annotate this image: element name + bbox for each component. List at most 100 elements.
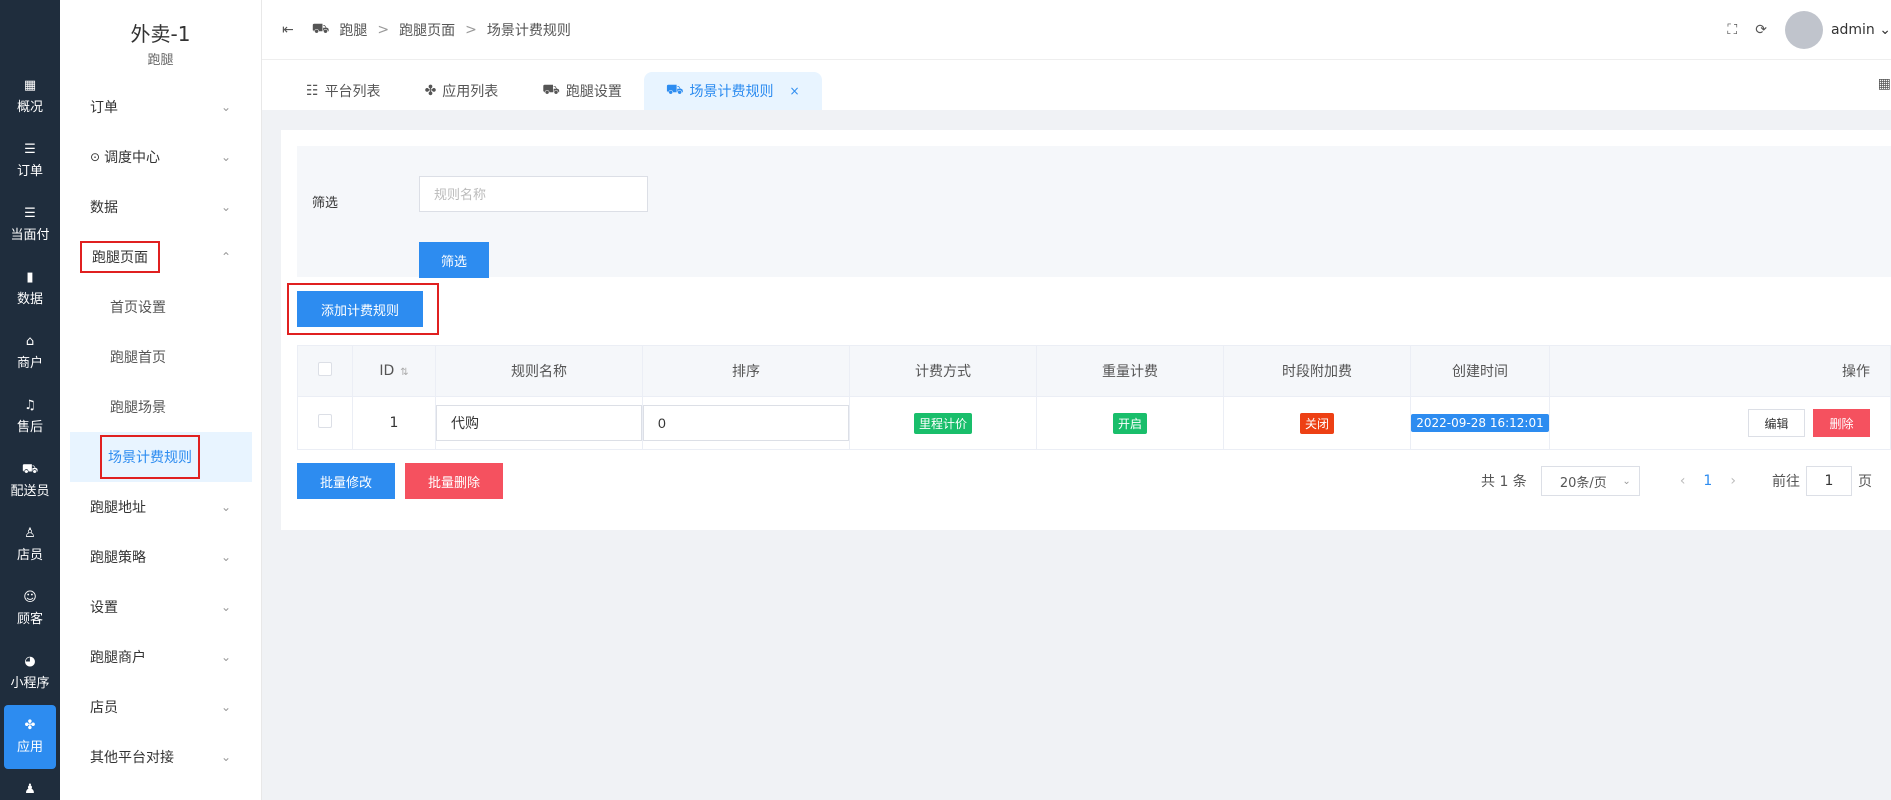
brand-subtitle: 跑腿: [147, 53, 174, 68]
sidebar-item-errand-strategy[interactable]: 跑腿策略 ⌄: [60, 532, 261, 582]
period-surcharge-badge[interactable]: 关闭: [1299, 412, 1334, 434]
chevron-down-icon: ⌄: [220, 700, 231, 714]
grid-icon[interactable]: ▦: [1878, 76, 1891, 92]
next-page-icon[interactable]: ›: [1730, 473, 1736, 489]
sort-order-field[interactable]: [643, 405, 849, 441]
breadcrumb-item[interactable]: 跑腿页面: [399, 20, 455, 40]
users-icon: ♙: [24, 526, 36, 541]
rule-name-input[interactable]: [419, 176, 648, 212]
table-header-row: ID ⇅ 规则名称 排序 计费方式 重量计费 时段附加费 创建时间 操作: [297, 345, 1891, 397]
user-name[interactable]: admin ⌄: [1831, 22, 1891, 38]
rail-item-face-pay[interactable]: ☰ 当面付: [0, 193, 60, 257]
chevron-down-icon: ⌄: [220, 550, 231, 564]
sidebar-item-label: 店员: [90, 700, 118, 716]
rail-label: 店员: [16, 548, 43, 563]
page-size-select[interactable]: 20条/页 ⌄: [1540, 466, 1640, 496]
sidebar-item-home-settings[interactable]: 首页设置: [60, 282, 261, 332]
main-content: 筛选 筛选 添加计费规则 ID ⇅ 规则名称 排序 计费方式 重量计费 时段附加费…: [281, 130, 1891, 530]
sidebar-item-errand-scenes[interactable]: 跑腿场景: [60, 382, 261, 432]
menu-fold-icon[interactable]: ⇤: [282, 22, 294, 38]
rail-item-merchant[interactable]: ⌂ 商户: [0, 321, 60, 385]
tab-scene-billing-rules[interactable]: ⛟ 场景计费规则 ×: [643, 72, 822, 110]
bulk-edit-button[interactable]: 批量修改: [297, 463, 395, 499]
filter-button[interactable]: 筛选: [419, 242, 489, 278]
sidebar-item-orders[interactable]: 订单 ⌄: [60, 82, 261, 132]
breadcrumb-separator: >: [377, 21, 390, 38]
breadcrumb-item[interactable]: 跑腿: [339, 20, 367, 40]
sidebar-item-errand-merchants[interactable]: 跑腿商户 ⌄: [60, 632, 261, 682]
cell-period: 关闭: [1223, 396, 1411, 450]
rail-item-courier[interactable]: ⛟ 配送员: [0, 449, 60, 513]
sidebar-item-data[interactable]: 数据 ⌄: [60, 182, 261, 232]
sidebar-item-errand-pages[interactable]: 跑腿页面 ⌃: [60, 232, 261, 282]
page-jump-input[interactable]: 1: [1805, 466, 1852, 496]
sidebar-item-settings[interactable]: 设置 ⌄: [60, 582, 261, 632]
sidebar-item-label: 首页设置: [110, 300, 166, 316]
sidebar-item-other-platforms[interactable]: 其他平台对接 ⌄: [60, 732, 261, 782]
page-suffix: 页: [1857, 474, 1872, 490]
delete-button[interactable]: 删除: [1813, 409, 1870, 437]
prev-page-icon[interactable]: ‹: [1680, 473, 1686, 489]
refresh-icon[interactable]: ⟳: [1755, 22, 1767, 38]
rail-item-mini-program[interactable]: ◕ 小程序: [0, 641, 60, 705]
close-icon[interactable]: ×: [790, 84, 800, 98]
apps-icon: ✤: [24, 718, 36, 733]
bulk-delete-button[interactable]: 批量删除: [405, 463, 503, 499]
column-header-billing: 计费方式: [849, 345, 1037, 397]
row-checkbox[interactable]: [318, 414, 332, 428]
cell-name: [435, 396, 643, 450]
page-size-value: 20条/页: [1559, 475, 1607, 491]
edit-button[interactable]: 编辑: [1748, 409, 1805, 437]
weight-billing-badge[interactable]: 开启: [1112, 412, 1147, 434]
cell-id: 1: [352, 396, 436, 450]
rail-item-staff[interactable]: ♙ 店员: [0, 513, 60, 577]
rail-item-customer[interactable]: ☺ 顾客: [0, 577, 60, 641]
rail-item-data[interactable]: ▮ 数据: [0, 257, 60, 321]
rail-item-more[interactable]: ♟: [0, 769, 60, 800]
rail-item-after-sales[interactable]: ♫ 售后: [0, 385, 60, 449]
tab-platform-list[interactable]: ☷ 平台列表: [284, 72, 403, 110]
avatar[interactable]: [1784, 10, 1823, 49]
breadcrumb: ⛟ 跑腿 > 跑腿页面 > 场景计费规则: [312, 20, 571, 40]
select-all-checkbox[interactable]: [318, 362, 332, 376]
sidebar-item-staff[interactable]: 店员 ⌄: [60, 682, 261, 732]
list-icon: ☰: [24, 142, 36, 157]
store-icon: ⌂: [25, 334, 35, 349]
column-header-id[interactable]: ID ⇅: [352, 345, 436, 397]
fullscreen-icon[interactable]: ⛶: [1727, 22, 1737, 38]
rule-name-field[interactable]: [436, 405, 642, 441]
sidebar-item-dispatch[interactable]: ⊙ 调度中心 ⌄: [60, 132, 261, 182]
rail-label: 售后: [16, 420, 43, 435]
sort-icon[interactable]: ⇅: [400, 367, 408, 378]
sidebar-item-label: 订单: [90, 100, 118, 116]
rail-item-overview[interactable]: ▦ 概况: [0, 65, 60, 129]
chevron-up-icon: ⌃: [220, 250, 231, 264]
brand-title: 外卖-1: [130, 22, 191, 46]
goto-label: 前往: [1771, 474, 1800, 490]
breadcrumb-separator: >: [465, 21, 477, 38]
scooter-icon: ⛟: [21, 462, 39, 477]
rail-label: 数据: [16, 292, 43, 307]
billing-rules-table: ID ⇅ 规则名称 排序 计费方式 重量计费 时段附加费 创建时间 操作 1 里程…: [297, 345, 1891, 450]
tab-app-list[interactable]: ✤ 应用列表: [403, 72, 521, 110]
row-select-cell: [297, 396, 353, 450]
rail-item-apps[interactable]: ✤ 应用: [4, 705, 56, 769]
rail-label: 订单: [16, 164, 43, 179]
tab-errand-settings[interactable]: ⛟ 跑腿设置: [520, 72, 644, 110]
sidebar-item-scene-billing-rules[interactable]: 场景计费规则: [70, 432, 252, 482]
sidebar-item-label: 跑腿策略: [90, 550, 146, 566]
filter-panel: 筛选 筛选: [297, 146, 1891, 278]
sidebar-item-errand-home[interactable]: 跑腿首页: [60, 332, 261, 382]
list-icon: ☰: [24, 206, 36, 221]
sidebar-item-errand-address[interactable]: 跑腿地址 ⌄: [60, 482, 261, 532]
billing-method-badge: 里程计价: [913, 412, 972, 434]
rail-item-orders[interactable]: ☰ 订单: [0, 129, 60, 193]
chevron-down-icon: ⌄: [220, 100, 231, 114]
column-header-period: 时段附加费: [1223, 345, 1411, 397]
column-header-sort: 排序: [642, 345, 850, 397]
sidebar-item-label: 数据: [90, 200, 118, 216]
add-billing-rule-button[interactable]: 添加计费规则: [297, 291, 423, 327]
tab-label: 场景计费规则: [689, 84, 774, 100]
current-page[interactable]: 1: [1703, 473, 1712, 489]
chevron-down-icon: ⌄: [220, 200, 231, 214]
